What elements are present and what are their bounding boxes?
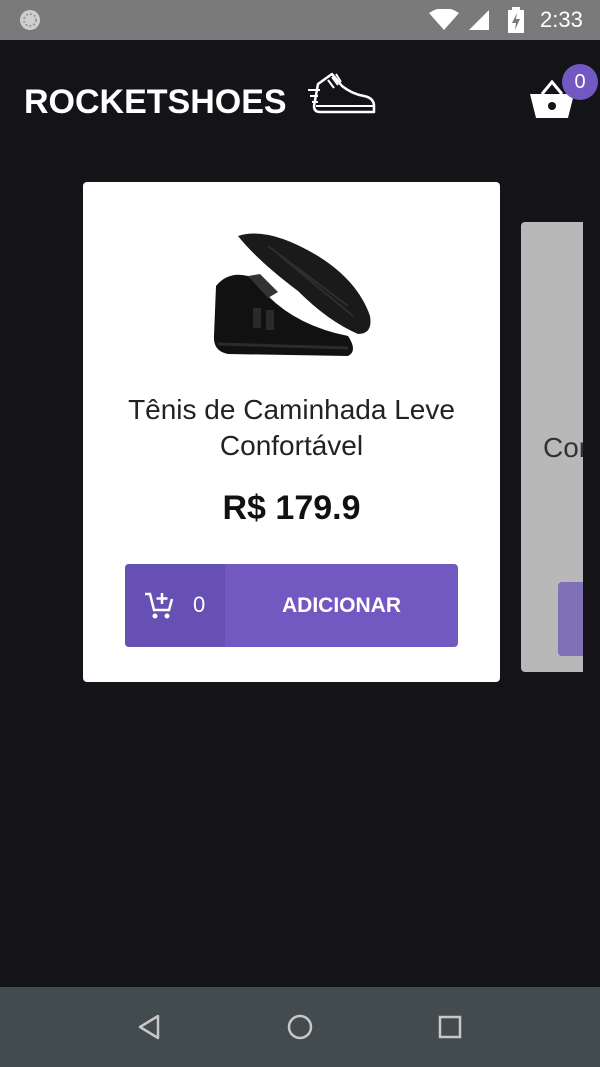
- notification-icon: [20, 10, 40, 30]
- cart-count-badge: 0: [562, 64, 598, 100]
- home-icon[interactable]: [286, 1013, 314, 1041]
- add-shopping-cart-icon: [145, 592, 174, 619]
- product-image: [213, 233, 371, 356]
- cart-amount-section: 0: [125, 564, 225, 647]
- status-bar: 2:33: [0, 0, 600, 40]
- add-to-cart-button-next[interactable]: [558, 582, 583, 656]
- cart-amount: 0: [193, 592, 206, 617]
- add-button-label: ADICIONAR: [282, 594, 401, 617]
- navigation-bar: [0, 987, 600, 1067]
- battery-charging-icon: [508, 7, 524, 33]
- status-time: 2:33: [540, 7, 583, 32]
- add-to-cart-button[interactable]: 0 ADICIONAR: [125, 564, 458, 647]
- product-price: R$ 179.9: [222, 489, 361, 527]
- running-shoe-icon: [308, 72, 376, 114]
- wifi-icon: [429, 9, 459, 30]
- product-card: Tênis de Caminhada Leve Confortável R$ 1…: [83, 182, 500, 682]
- recent-apps-icon[interactable]: [438, 1015, 462, 1039]
- signal-icon: [469, 10, 489, 30]
- back-icon[interactable]: [136, 1013, 164, 1041]
- product-title-next: Cor: [543, 432, 583, 463]
- logo-text: ROCKETSHOES: [24, 83, 287, 121]
- product-title: Tênis de Caminhada Leve Confortável: [128, 394, 455, 461]
- product-card-next[interactable]: Cor: [521, 222, 583, 672]
